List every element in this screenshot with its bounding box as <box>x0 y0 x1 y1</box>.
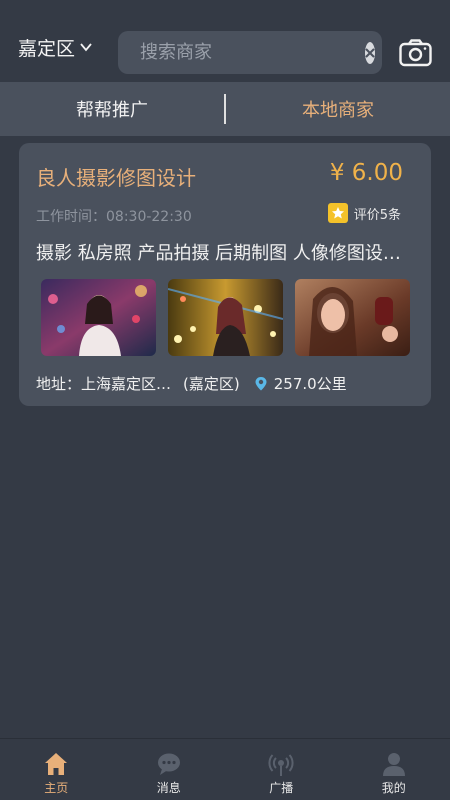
location-pin-icon <box>255 376 267 390</box>
search-input[interactable] <box>140 31 365 74</box>
nav-messages-label: 消息 <box>156 781 181 795</box>
rating-badge[interactable]: 评价5条 <box>327 203 401 223</box>
camera-icon[interactable] <box>399 39 432 67</box>
bottom-navigation: 主页 消息 广播 我的 <box>0 738 450 800</box>
home-icon <box>45 753 68 775</box>
distance-text: 257.0公里 <box>273 375 347 393</box>
nav-profile[interactable]: 我的 <box>338 739 450 800</box>
close-icon <box>365 47 375 58</box>
tab-local-merchants[interactable]: 本地商家 <box>226 96 450 122</box>
merchant-card[interactable]: 良人摄影修图设计 ¥ 6.00 工作时间：08:30-22:30 评价5条 摄影… <box>19 143 431 406</box>
search-box[interactable] <box>118 31 382 74</box>
district-text: (嘉定区) <box>183 375 240 393</box>
nav-messages[interactable]: 消息 <box>113 739 226 800</box>
nav-home[interactable]: 主页 <box>0 739 113 800</box>
nav-broadcast-label: 广播 <box>269 781 294 795</box>
address-text: 地址：上海嘉定区… <box>36 375 172 393</box>
merchant-price: ¥ 6.00 <box>329 160 403 186</box>
city-label: 嘉定区 <box>18 37 76 60</box>
star-icon <box>327 203 348 223</box>
business-hours: 工作时间：08:30-22:30 <box>36 209 192 225</box>
tab-promotion[interactable]: 帮帮推广 <box>0 96 224 122</box>
service-tags: 摄影 私房照 产品拍摄 后期制图 人像修图设计 美工 <box>36 243 416 264</box>
chevron-down-icon <box>80 43 92 52</box>
nav-broadcast[interactable]: 广播 <box>225 739 338 800</box>
nav-profile-label: 我的 <box>381 781 406 795</box>
city-selector[interactable]: 嘉定区 <box>18 34 93 61</box>
broadcast-icon <box>268 754 294 776</box>
tab-bar: 帮帮推广 本地商家 <box>0 82 450 136</box>
merchant-photo-2[interactable] <box>168 279 283 356</box>
chat-icon <box>157 753 180 775</box>
rating-count: 评价5条 <box>353 207 401 223</box>
merchant-photo-3[interactable] <box>295 279 410 356</box>
nav-home-label: 主页 <box>44 781 69 795</box>
top-bar: 嘉定区 <box>0 12 450 82</box>
merchant-photo-1[interactable] <box>41 279 156 356</box>
user-icon <box>382 753 405 776</box>
merchant-name: 良人摄影修图设计 <box>36 166 196 190</box>
clear-search-button[interactable] <box>365 41 375 64</box>
merchant-address: 地址：上海嘉定区… (嘉定区) 257.0公里 <box>36 373 347 394</box>
status-bar <box>0 0 450 12</box>
